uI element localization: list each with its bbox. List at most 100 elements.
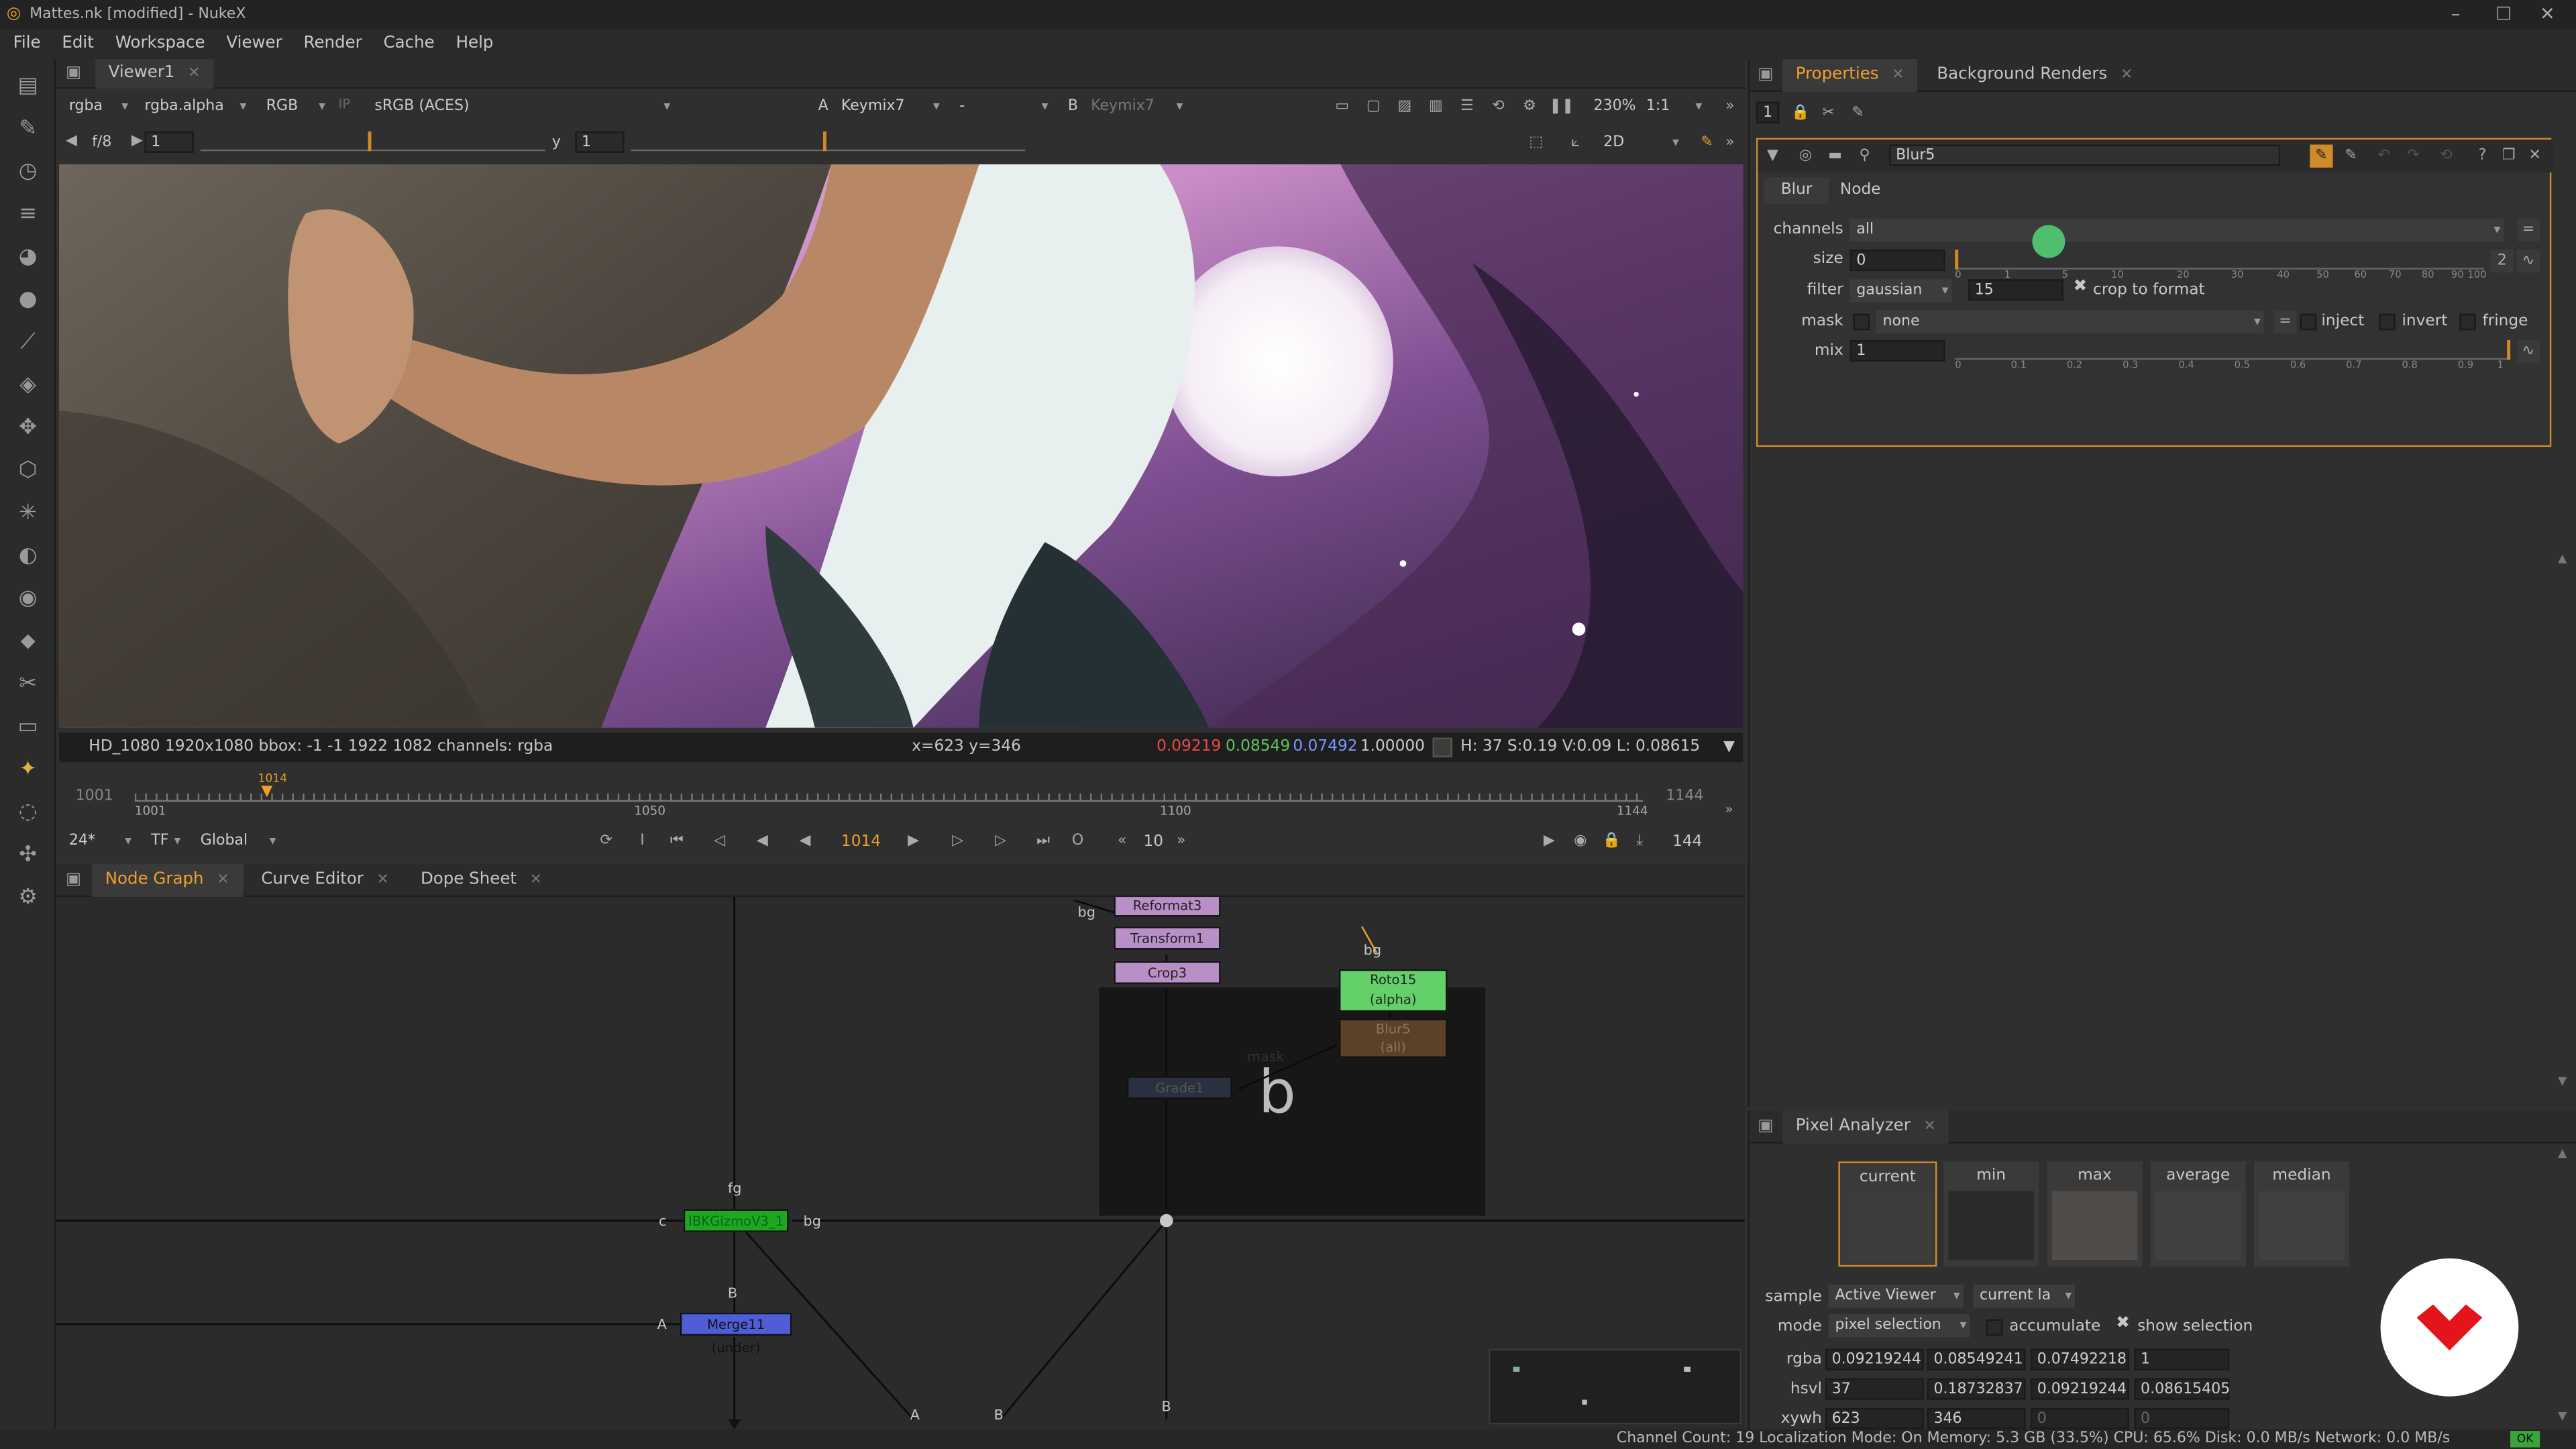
tab-background-renders[interactable]: Background Renders ✕ [1924,59,2146,92]
plugins-tool-icon[interactable]: ✣ [13,841,43,871]
close-tab-7-icon[interactable]: ✕ [1923,1119,1935,1135]
zoom-level[interactable]: 230% [1594,99,1636,115]
info-expand-icon[interactable]: ▼ [1723,733,1735,762]
node-graph-navigator[interactable] [1488,1348,1741,1425]
node-reformat3[interactable]: Reformat3 [1114,897,1221,917]
close-icon[interactable]: ✕ [2540,0,2555,30]
mix-slider[interactable] [1955,340,2511,360]
view-mode-dropdown[interactable]: 2D [1597,131,1682,154]
node-color-icon[interactable]: ▬ [1823,145,1846,168]
hsvl-v[interactable]: 0.09219244 [2030,1378,2129,1400]
maximize-icon[interactable]: ☐ [2496,0,2512,30]
playhead-icon[interactable]: ▼ [261,784,272,800]
show-selection-checkbox[interactable]: ✖ [2116,1314,2130,1332]
float-icon[interactable]: ⚲ [1853,145,1876,168]
swatch-max[interactable]: max [2047,1161,2143,1267]
draw-tool-icon[interactable]: ✎ [13,115,43,144]
pause-icon[interactable]: ❚❚ [1549,95,1574,118]
sample-select[interactable]: Active Viewer [1828,1285,1964,1308]
keyer-tool-icon[interactable]: ⟋ [13,329,43,358]
skip-forward-icon[interactable]: » [1170,830,1193,853]
mask-select[interactable]: none [1876,310,2264,334]
timeline-ruler[interactable] [134,785,1644,802]
last-frame-icon[interactable]: ⏭ [1032,830,1055,853]
timeline-end[interactable]: 1144 [1666,789,1703,805]
mask-link-icon[interactable]: = [2273,310,2297,334]
node-merge11[interactable]: Merge11 (under) [680,1312,792,1355]
toolsets-tool-icon[interactable]: ✂ [13,670,43,700]
help-icon[interactable]: ? [2471,145,2493,168]
mode-select[interactable]: pixel selection [1828,1314,1970,1338]
redo-arrow-icon[interactable]: ↷ [2402,145,2424,168]
gamma-slider[interactable] [631,131,1026,152]
transform-tool-icon[interactable]: ✥ [13,414,43,443]
a-input-dropdown[interactable]: Keymix7 [835,95,943,118]
filter-quality-field[interactable]: 15 [1968,279,2063,301]
fps-dropdown[interactable]: 24* [62,830,135,853]
hsvl-h[interactable]: 37 [1825,1378,1924,1400]
node-blur5[interactable]: Blur5 (all) [1338,1018,1448,1059]
tab-node-graph[interactable]: Node Graph ✕ [92,864,243,898]
tf-dropdown[interactable]: TF [145,830,184,853]
in-point-icon[interactable]: I [631,830,653,853]
step-back-icon[interactable]: ◀ [794,830,816,853]
transform-handles-icon[interactable]: ⟀ [1564,131,1587,154]
tab-viewer1[interactable]: Viewer1 ✕ [95,59,214,89]
size-field[interactable]: 0 [1849,250,1945,272]
overlay-icon[interactable]: ▢ [1362,95,1385,118]
minimize-icon[interactable]: – [2451,0,2460,30]
guides-icon[interactable]: ▥ [1424,95,1447,118]
close-tab-icon[interactable]: ✕ [188,66,200,82]
channel-tool-icon[interactable]: ≡ [13,201,43,230]
filter-select[interactable]: gaussian [1849,279,1952,303]
xywh-h[interactable]: 0 [2134,1407,2230,1430]
reset-icon[interactable]: ⟲ [2434,145,2457,168]
step-forward-icon[interactable]: ▷ [947,830,969,853]
rgba-b[interactable]: 0.07492218 [2030,1348,2129,1371]
ip-toggle[interactable]: IP [338,97,350,111]
float-panel-icon[interactable]: ❐ [2497,145,2520,168]
roi-icon[interactable]: ▭ [1331,95,1354,118]
capture-icon[interactable]: ◉ [1569,830,1592,853]
subtab-node[interactable]: Node [1823,177,1897,203]
loop-mode-icon[interactable]: ⟳ [595,830,618,853]
checker-icon[interactable]: ▨ [1393,95,1416,118]
xywh-y[interactable]: 346 [1927,1407,2026,1430]
particles-tool-icon[interactable]: ✳ [13,499,43,529]
pane-menu-2-icon[interactable]: ▣ [66,864,81,897]
gamma-field[interactable]: 1 [575,131,625,153]
fringe-checkbox[interactable] [2459,313,2476,331]
sample-layer-select[interactable]: current la [1973,1285,2076,1308]
channels-dropdown[interactable]: rgba [62,95,131,118]
menu-cache[interactable]: Cache [370,30,443,59]
deep-tool-icon[interactable]: ◐ [13,542,43,572]
play-backward-icon[interactable]: ◀ [751,830,773,853]
node-ibkgizmo[interactable]: IBKGizmoV3_1 [683,1209,789,1232]
swatch-average[interactable]: average [2150,1161,2246,1267]
size-dimension-toggle[interactable]: 2 [2490,250,2514,273]
max-panels-field[interactable]: 1 [1756,101,1780,123]
lock-icon[interactable]: 🔒 [1600,830,1623,853]
xywh-x[interactable]: 623 [1825,1407,1924,1430]
timeline-start[interactable]: 1001 [76,789,113,805]
mask-overlay-icon[interactable]: ☰ [1456,95,1479,118]
close-tab-3-icon[interactable]: ✕ [377,872,389,888]
node-crop3[interactable]: Crop3 [1114,961,1221,984]
rgba-r[interactable]: 0.09219244 [1825,1348,1924,1371]
close-tab-6-icon[interactable]: ✕ [2121,67,2133,83]
lock-panel-icon[interactable]: 🔒 [1789,102,1812,125]
size-curve-icon[interactable]: ∿ [2516,250,2540,273]
revert-icon[interactable]: ✎ [2339,145,2362,168]
clear-panels-icon[interactable]: ✂ [1817,102,1840,125]
wipe-mode-dropdown[interactable]: - [953,95,1051,118]
close-tab-4-icon[interactable]: ✕ [530,872,542,888]
size-slider[interactable] [1955,250,2484,270]
size-slider-handle[interactable] [1955,250,1959,270]
ratio-dropdown[interactable]: 1:1 [1640,95,1705,118]
swatch-min[interactable]: min [1943,1161,2039,1267]
undo-icon[interactable]: ✎ [2310,144,2333,168]
mix-slider-handle[interactable] [2507,339,2511,360]
invert-checkbox[interactable] [2379,313,2396,331]
colorspace-dropdown[interactable]: sRGB (ACES) [368,95,674,118]
pencil-icon[interactable]: ✎ [1847,102,1870,125]
